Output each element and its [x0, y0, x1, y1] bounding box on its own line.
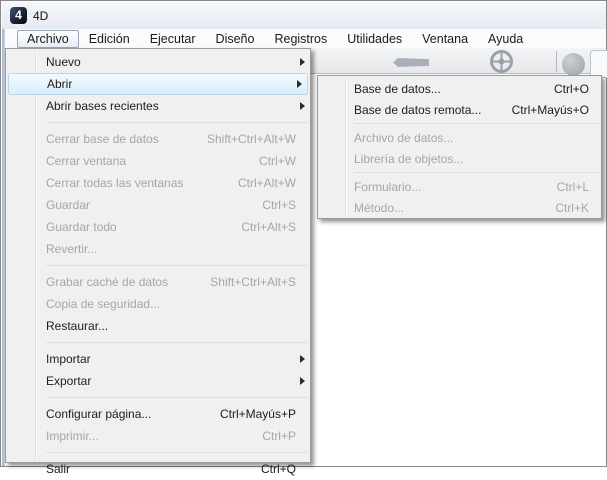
app-window: 4 4D Archivo Edición Ejecutar Diseño Reg…: [0, 0, 607, 467]
menu-item-abrir[interactable]: Abrir: [8, 73, 308, 95]
menu-item-label: Importar: [46, 352, 91, 366]
submenu-arrow-icon: [297, 80, 302, 88]
menu-item-shortcut: Ctrl+Mayús+O: [512, 103, 589, 117]
menubar-item-archivo[interactable]: Archivo: [17, 30, 79, 48]
menu-item-restaurar[interactable]: Restaurar...: [6, 315, 310, 337]
menu-item-label: Guardar: [46, 198, 90, 212]
menu-item-guardar: Guardar Ctrl+S: [6, 194, 310, 216]
submenu-item-metodo: Método... Ctrl+K: [318, 197, 601, 218]
menu-item-nuevo[interactable]: Nuevo: [6, 51, 310, 73]
menu-item-shortcut: Ctrl+W: [259, 154, 296, 168]
pencil-icon[interactable]: [393, 58, 429, 67]
archivo-menu: Nuevo Abrir Abrir bases recientes Cerrar…: [5, 48, 311, 463]
toolbar-panel-edge: [590, 50, 607, 78]
submenu-item-base-de-datos-remota[interactable]: Base de datos remota... Ctrl+Mayús+O: [318, 99, 601, 120]
menubar-item-utilidades[interactable]: Utilidades: [337, 30, 412, 48]
menu-item-label: Cerrar ventana: [46, 154, 126, 168]
menu-item-shortcut: Ctrl+O: [554, 82, 589, 96]
menu-item-label: Abrir: [47, 77, 72, 91]
menu-separator: [318, 120, 601, 127]
window-title: 4D: [33, 9, 48, 23]
menu-separator: [6, 260, 310, 271]
menu-item-shortcut: Ctrl+Q: [261, 462, 296, 476]
menu-item-label: Grabar caché de datos: [46, 275, 168, 289]
menu-item-copia-de-seguridad: Copia de seguridad...: [6, 293, 310, 315]
menubar-item-ventana[interactable]: Ventana: [412, 30, 478, 48]
menu-separator: [6, 117, 310, 128]
menu-item-label: Archivo de datos...: [354, 131, 453, 145]
menu-item-shortcut: Ctrl+Alt+S: [241, 220, 296, 234]
menu-item-guardar-todo: Guardar todo Ctrl+Alt+S: [6, 216, 310, 238]
menu-item-revertir: Revertir...: [6, 238, 310, 260]
submenu-item-formulario: Formulario... Ctrl+L: [318, 176, 601, 197]
menubar-item-ayuda[interactable]: Ayuda: [478, 30, 533, 48]
menu-item-label: Revertir...: [46, 242, 97, 256]
menu-item-label: Copia de seguridad...: [46, 297, 160, 311]
menu-item-shortcut: Ctrl+Alt+W: [238, 176, 296, 190]
menu-item-label: Librería de objetos...: [354, 152, 463, 166]
submenu-arrow-icon: [300, 102, 305, 110]
abrir-submenu: Base de datos... Ctrl+O Base de datos re…: [317, 75, 602, 219]
menu-item-configurar-pagina[interactable]: Configurar página... Ctrl+Mayús+P: [6, 403, 310, 425]
menu-item-label: Restaurar...: [46, 319, 108, 333]
menu-bar: Archivo Edición Ejecutar Diseño Registro…: [5, 29, 606, 48]
4d-app-icon: 4: [10, 7, 27, 24]
menu-item-label: Cerrar todas las ventanas: [46, 176, 183, 190]
title-bar[interactable]: 4 4D: [2, 2, 606, 29]
menu-item-label: Abrir bases recientes: [46, 99, 159, 113]
toolbar-divider: [556, 51, 557, 72]
menu-item-label: Cerrar base de datos: [46, 132, 159, 146]
menu-item-label: Base de datos remota...: [354, 103, 481, 117]
menu-item-label: Guardar todo: [46, 220, 117, 234]
menu-item-importar[interactable]: Importar: [6, 348, 310, 370]
menu-separator: [6, 392, 310, 403]
menubar-item-registros[interactable]: Registros: [264, 30, 337, 48]
submenu-item-archivo-de-datos: Archivo de datos...: [318, 127, 601, 148]
menu-item-shortcut: Shift+Ctrl+Alt+W: [207, 132, 296, 146]
submenu-item-base-de-datos[interactable]: Base de datos... Ctrl+O: [318, 78, 601, 99]
menu-item-label: Exportar: [46, 374, 91, 388]
menu-item-imprimir: Imprimir... Ctrl+P: [6, 425, 310, 447]
menubar-item-diseno[interactable]: Diseño: [206, 30, 265, 48]
menu-item-shortcut: Ctrl+L: [557, 180, 589, 194]
menu-item-shortcut: Ctrl+K: [555, 201, 589, 215]
menu-item-salir[interactable]: Salir Ctrl+Q: [6, 458, 310, 480]
sphere-icon[interactable]: [562, 53, 585, 76]
menu-separator: [6, 337, 310, 348]
submenu-item-libreria-de-objetos: Librería de objetos...: [318, 148, 601, 169]
menu-item-label: Método...: [354, 201, 404, 215]
menubar-item-ejecutar[interactable]: Ejecutar: [140, 30, 206, 48]
menu-item-label: Base de datos...: [354, 82, 441, 96]
menu-item-grabar-cache-de-datos: Grabar caché de datos Shift+Ctrl+Alt+S: [6, 271, 310, 293]
menu-item-abrir-bases-recientes[interactable]: Abrir bases recientes: [6, 95, 310, 117]
menu-item-exportar[interactable]: Exportar: [6, 370, 310, 392]
wheel-icon[interactable]: [489, 49, 514, 74]
menu-item-label: Salir: [46, 462, 70, 476]
menu-item-label: Imprimir...: [46, 429, 99, 443]
menu-item-label: Configurar página...: [46, 407, 151, 421]
menu-item-cerrar-todas-las-ventanas: Cerrar todas las ventanas Ctrl+Alt+W: [6, 172, 310, 194]
submenu-arrow-icon: [300, 355, 305, 363]
menu-item-cerrar-base-de-datos: Cerrar base de datos Shift+Ctrl+Alt+W: [6, 128, 310, 150]
menu-separator: [6, 447, 310, 458]
menu-item-label: Nuevo: [46, 55, 81, 69]
menu-item-shortcut: Ctrl+S: [262, 198, 296, 212]
menu-item-label: Formulario...: [354, 180, 421, 194]
menu-item-shortcut: Ctrl+Mayús+P: [220, 407, 296, 421]
submenu-arrow-icon: [300, 377, 305, 385]
menu-item-shortcut: Ctrl+P: [262, 429, 296, 443]
menubar-item-edicion[interactable]: Edición: [79, 30, 140, 48]
menu-item-cerrar-ventana: Cerrar ventana Ctrl+W: [6, 150, 310, 172]
menu-separator: [318, 169, 601, 176]
menu-item-shortcut: Shift+Ctrl+Alt+S: [210, 275, 296, 289]
submenu-arrow-icon: [300, 58, 305, 66]
